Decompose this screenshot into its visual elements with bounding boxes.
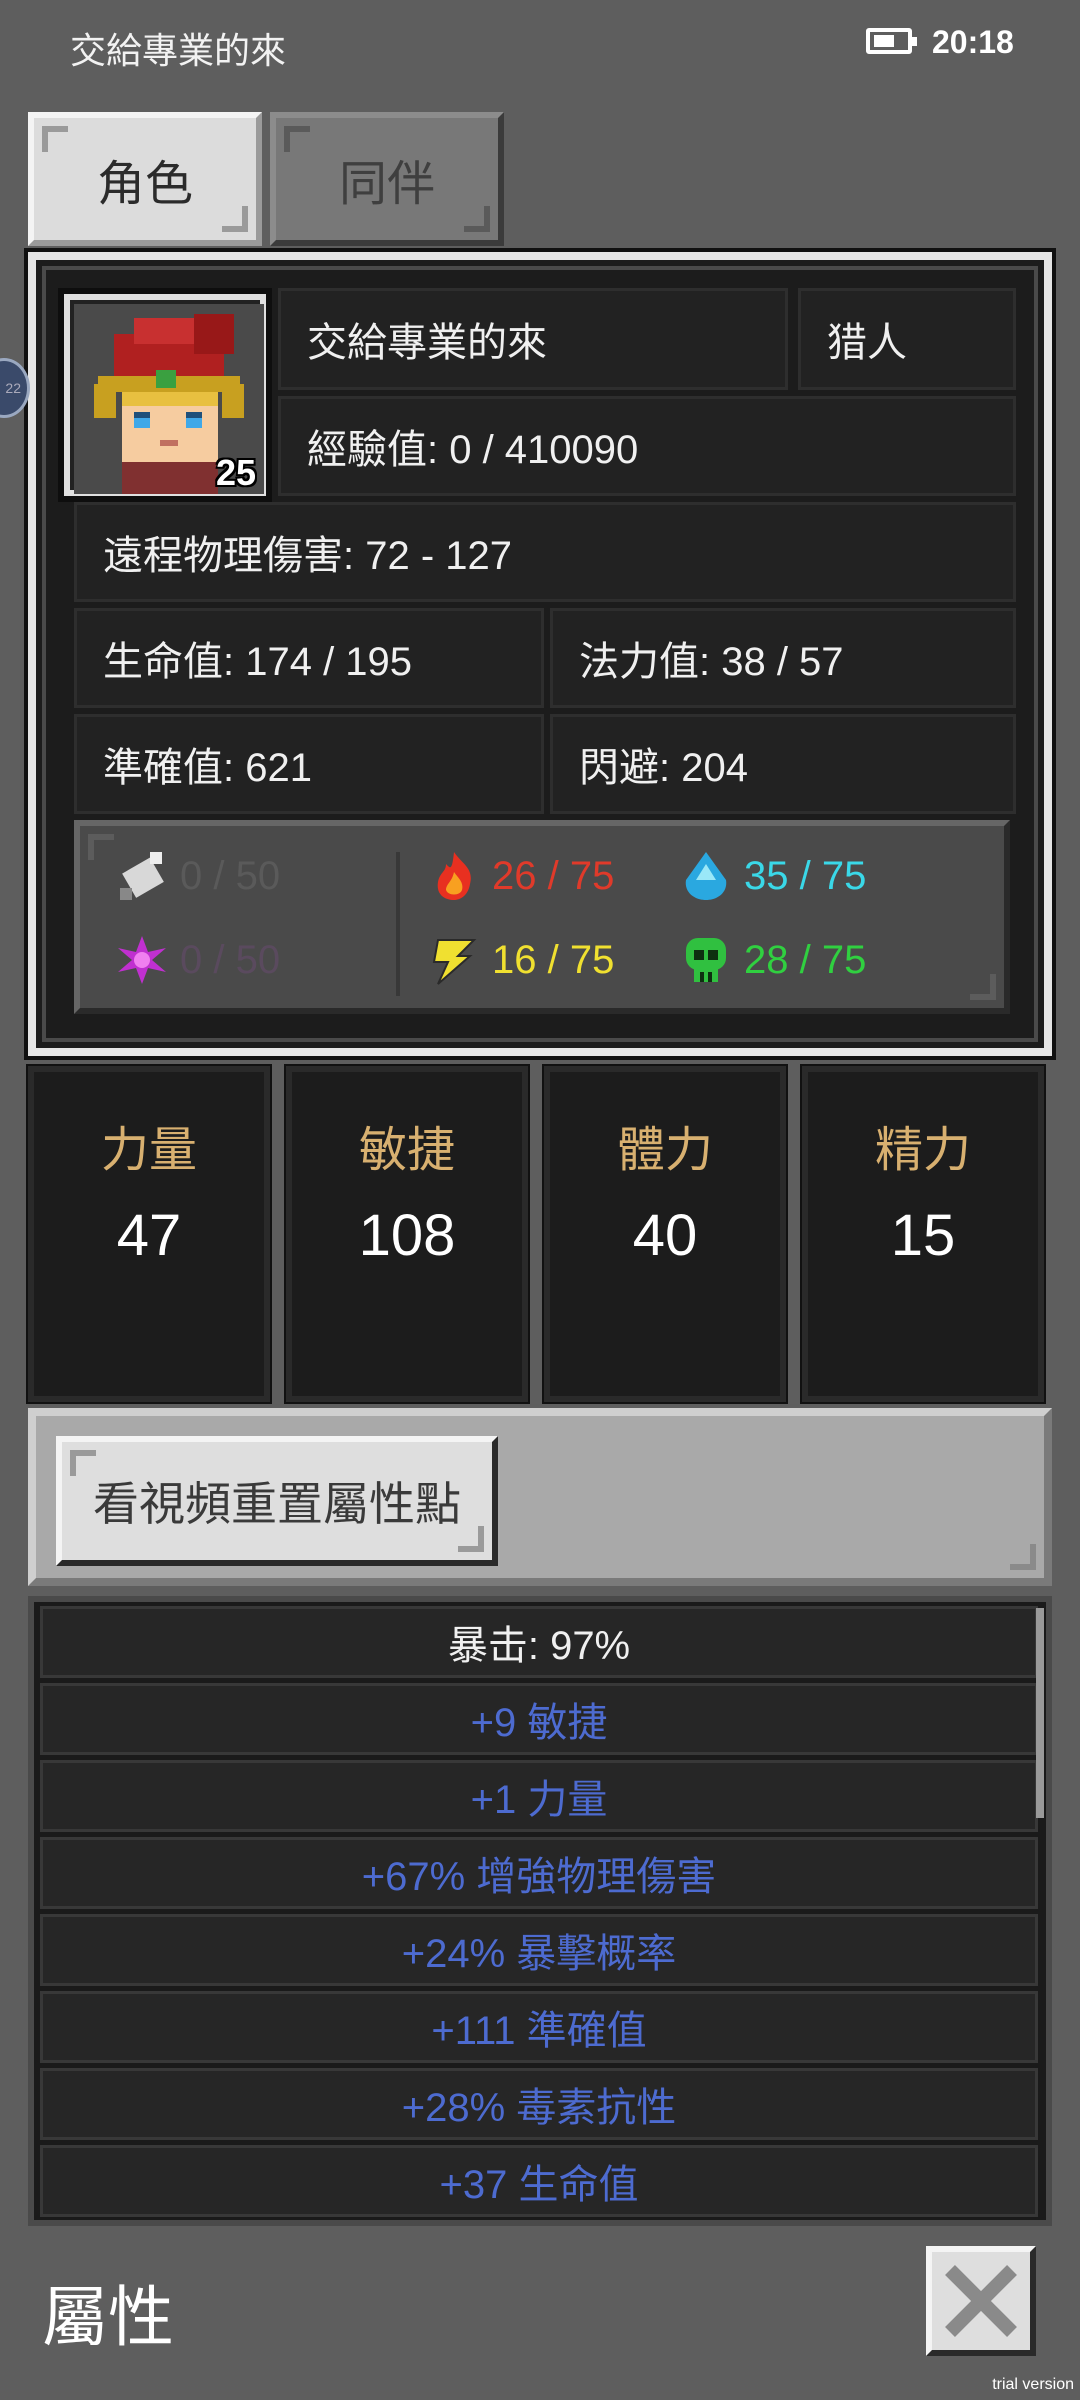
side-badge-text: 22	[5, 380, 21, 396]
reset-panel: 看視頻重置屬性點	[28, 1408, 1052, 1586]
evasion-cell: 閃避: 204	[550, 714, 1016, 814]
status-app-title: 交給專業的來	[70, 30, 287, 71]
corner-decoration-icon	[1010, 1544, 1036, 1570]
experience-cell: 經驗值: 0 / 410090	[278, 396, 1016, 496]
bonus-item-text: +24% 暴擊概率	[401, 1932, 677, 1976]
attribute-energy-label: 精力	[874, 1124, 971, 1177]
accuracy-cell: 準確值: 621	[74, 714, 544, 814]
bonus-list-scrollbar[interactable]	[1036, 1608, 1044, 1818]
resistance-water-value: 35 / 75	[744, 853, 867, 898]
reset-button-label: 看視頻重置屬性點	[93, 1478, 461, 1530]
resistance-panel: 0 / 50 0 / 50 26 / 75 16 / 75 35 / 75 28…	[74, 820, 1010, 1014]
watch-video-reset-button[interactable]: 看視頻重置屬性點	[56, 1436, 498, 1566]
tab-companion-label: 同伴	[338, 158, 435, 211]
resistance-lightning-value: 16 / 75	[492, 937, 615, 982]
mp-cell: 法力值: 38 / 57	[550, 608, 1016, 708]
list-item: +67% 增強物理傷害	[40, 1837, 1038, 1909]
lightning-icon	[432, 939, 477, 985]
side-floating-badge[interactable]: 22	[0, 358, 30, 418]
bonus-list[interactable]: 暴击: 97% +9 敏捷 +1 力量 +67% 增強物理傷害 +24% 暴擊概…	[28, 1596, 1052, 2226]
magic-star-icon	[118, 936, 166, 984]
list-item: +9 敏捷	[40, 1683, 1038, 1755]
resistance-fire-value: 26 / 75	[492, 853, 615, 898]
attribute-strength[interactable]: 力量 47	[26, 1064, 272, 1404]
character-name: 交給專業的來	[278, 288, 788, 390]
list-item: +1 力量	[40, 1760, 1038, 1832]
character-name-text: 交給專業的來	[307, 321, 547, 365]
attribute-strength-label: 力量	[100, 1124, 197, 1177]
corner-decoration-icon	[70, 1450, 96, 1476]
status-time: 20:18	[932, 24, 1014, 60]
attribute-agility-label: 敏捷	[358, 1124, 455, 1177]
resistance-magic-value: 0 / 50	[180, 937, 281, 982]
corner-decoration-icon	[42, 126, 68, 152]
resistance-physical-value: 0 / 50	[180, 853, 281, 898]
page-title: 屬性	[42, 2280, 174, 2354]
fire-icon	[437, 852, 471, 900]
attribute-energy-value: 15	[890, 1203, 956, 1268]
attribute-vitality-label: 體力	[616, 1124, 713, 1177]
bonus-item-text: +67% 增強物理傷害	[361, 1855, 717, 1899]
status-bar: 交給專業的來 20:18	[0, 0, 1080, 90]
attribute-energy[interactable]: 精力 15	[800, 1064, 1046, 1404]
watermark-text: trial version	[992, 2376, 1074, 2393]
close-button[interactable]	[926, 2246, 1036, 2356]
poison-skull-icon	[686, 938, 726, 982]
corner-decoration-icon	[284, 126, 310, 152]
resistance-magic: 0 / 50	[114, 930, 280, 990]
resistance-fire: 26 / 75	[426, 846, 614, 906]
hp-text: 生命值: 174 / 195	[103, 640, 413, 684]
bonus-header-text: 暴击: 97%	[447, 1624, 631, 1668]
water-drop-icon	[685, 852, 727, 900]
character-class-text: 猎人	[827, 321, 907, 365]
attribute-agility-value: 108	[358, 1203, 456, 1268]
resistance-water: 35 / 75	[678, 846, 866, 906]
bonus-item-text: +28% 毒素抗性	[401, 2086, 677, 2130]
list-item: +28% 毒素抗性	[40, 2068, 1038, 2140]
accuracy-text: 準確值: 621	[103, 746, 312, 790]
bonus-item-text: +37 生命值	[439, 2163, 639, 2207]
bonus-header: 暴击: 97%	[40, 1606, 1038, 1678]
mp-text: 法力值: 38 / 57	[579, 640, 844, 684]
damage-text: 遠程物理傷害: 72 - 127	[103, 534, 513, 578]
attribute-vitality-value: 40	[632, 1203, 698, 1268]
physical-shield-icon	[120, 852, 164, 900]
resistance-poison: 28 / 75	[678, 930, 866, 990]
attribute-vitality[interactable]: 體力 40	[542, 1064, 788, 1404]
evasion-text: 閃避: 204	[579, 746, 748, 790]
experience-text: 經驗值: 0 / 410090	[307, 428, 639, 472]
avatar-level: 25	[215, 452, 256, 493]
avatar[interactable]: 25	[58, 288, 272, 502]
hp-cell: 生命值: 174 / 195	[74, 608, 544, 708]
corner-decoration-icon	[458, 1526, 484, 1552]
resistance-lightning: 16 / 75	[426, 930, 614, 990]
corner-decoration-icon	[222, 206, 248, 232]
resistance-poison-value: 28 / 75	[744, 937, 867, 982]
tab-role[interactable]: 角色	[28, 112, 262, 246]
bonus-item-text: +1 力量	[470, 1778, 608, 1822]
battery-icon	[866, 28, 917, 54]
resistance-physical: 0 / 50	[114, 846, 280, 906]
corner-decoration-icon	[970, 974, 996, 1000]
list-item: +111 準確值	[40, 1991, 1038, 2063]
character-panel: 25 交給專業的來 猎人 經驗值: 0 / 410090 遠程物理傷害: 72 …	[24, 248, 1056, 1060]
attribute-strength-value: 47	[116, 1203, 182, 1268]
list-item: +24% 暴擊概率	[40, 1914, 1038, 1986]
tab-role-label: 角色	[96, 158, 193, 211]
list-item: +37 生命值	[40, 2145, 1038, 2217]
corner-decoration-icon	[88, 834, 114, 860]
character-class: 猎人	[798, 288, 1016, 390]
damage-cell: 遠程物理傷害: 72 - 127	[74, 502, 1016, 602]
attribute-agility[interactable]: 敏捷 108	[284, 1064, 530, 1404]
tab-companion[interactable]: 同伴	[270, 112, 504, 246]
bonus-item-text: +9 敏捷	[470, 1701, 608, 1745]
resistance-divider	[396, 852, 400, 996]
corner-decoration-icon	[464, 206, 490, 232]
bonus-item-text: +111 準確值	[431, 2009, 647, 2053]
close-icon	[945, 2265, 1017, 2337]
